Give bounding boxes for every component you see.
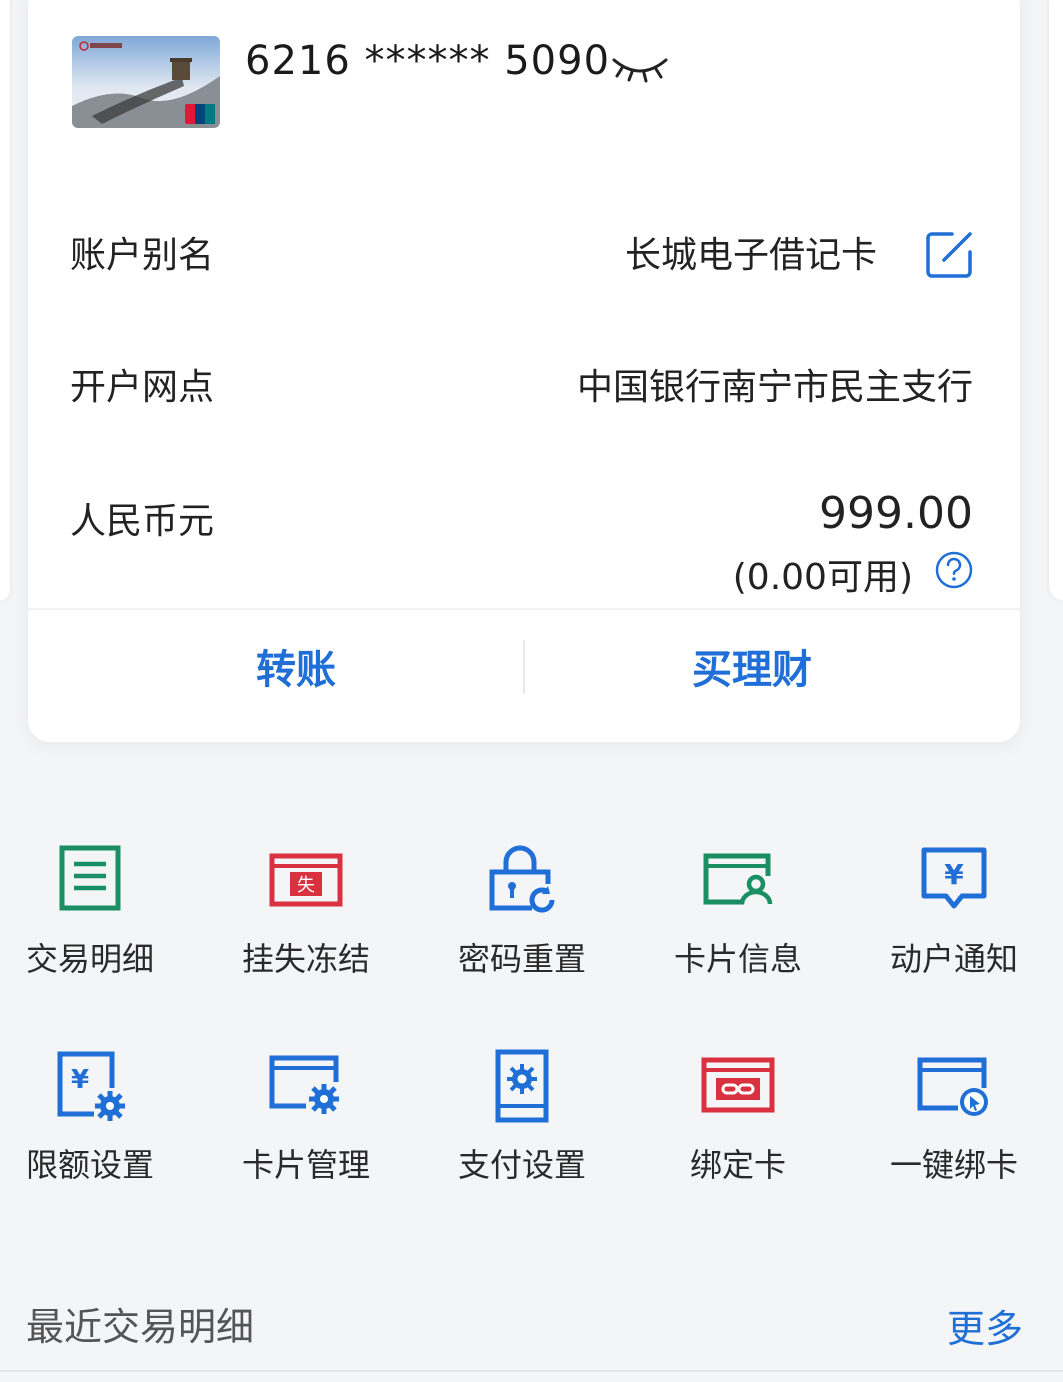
recent-transactions-title: 最近交易明细 — [26, 1305, 255, 1349]
transfer-button[interactable]: 转账 — [66, 640, 526, 700]
service-account-notification[interactable]: ¥ 动户通知 — [864, 842, 1044, 992]
account-detail-page: 6216 ****** 5090 账户别名 长城电子借记卡 开户网点 中国银行南… — [0, 0, 1063, 1382]
document-list-icon — [59, 845, 121, 911]
balance-value: 999.00 — [819, 488, 973, 539]
card-settings-icon — [269, 1055, 339, 1114]
alias-label: 账户别名 — [70, 235, 215, 276]
card-click-icon — [917, 1057, 988, 1116]
svg-text:¥: ¥ — [71, 1065, 89, 1095]
card-divider — [28, 608, 1020, 610]
branch-value: 中国银行南宁市民主支行 — [576, 367, 973, 408]
section-divider — [0, 1370, 1063, 1372]
phone-settings-icon — [495, 1049, 549, 1123]
available-balance: (0.00可用) — [732, 557, 913, 598]
question-circle-icon — [935, 551, 973, 589]
help-button[interactable] — [934, 550, 974, 590]
service-bind-card[interactable]: 绑定卡 — [648, 1048, 828, 1198]
eye-closed-icon — [612, 58, 668, 83]
branch-label: 开户网点 — [70, 367, 215, 408]
card-user-icon — [703, 853, 773, 905]
service-payment-settings[interactable]: 支付设置 — [432, 1048, 612, 1198]
service-one-click-bind[interactable]: 一键绑卡 — [864, 1048, 1044, 1198]
prev-card-peek[interactable] — [0, 0, 10, 600]
alias-value: 长城电子借记卡 — [624, 235, 877, 276]
service-label: 挂失冻结 — [241, 940, 370, 978]
service-label: 卡片管理 — [241, 1146, 370, 1184]
service-card-management[interactable]: 卡片管理 — [216, 1048, 396, 1198]
report-loss-icon: 失 — [269, 853, 343, 907]
service-limit-settings[interactable]: ¥ 限额设置 — [0, 1048, 180, 1198]
service-label: 绑定卡 — [689, 1146, 786, 1184]
service-transaction-details[interactable]: 交易明细 — [0, 842, 180, 992]
more-link[interactable]: 更多 — [947, 1298, 1023, 1353]
card-number: 6216 ****** 5090 — [245, 38, 611, 84]
card-link-icon — [701, 1057, 775, 1113]
yuan-settings-icon: ¥ — [57, 1051, 125, 1121]
service-label: 动户通知 — [889, 940, 1018, 978]
edit-icon — [926, 232, 972, 278]
service-label: 支付设置 — [457, 1146, 586, 1184]
next-card-peek[interactable] — [1049, 0, 1063, 600]
bank-card-image — [72, 36, 220, 128]
lock-reset-icon — [489, 845, 555, 913]
service-password-reset[interactable]: 密码重置 — [432, 842, 612, 992]
toggle-visibility-button[interactable] — [608, 48, 672, 88]
svg-text:¥: ¥ — [944, 858, 964, 891]
yuan-message-icon: ¥ — [921, 847, 987, 909]
service-label: 一键绑卡 — [889, 1146, 1018, 1184]
svg-text:失: 失 — [297, 875, 315, 896]
service-label: 交易明细 — [25, 940, 154, 978]
service-report-loss[interactable]: 失 挂失冻结 — [216, 842, 396, 992]
currency-label: 人民币元 — [70, 501, 215, 542]
service-card-info[interactable]: 卡片信息 — [648, 842, 828, 992]
service-label: 卡片信息 — [673, 940, 802, 978]
buy-wealth-button[interactable]: 买理财 — [522, 640, 982, 700]
service-label: 密码重置 — [457, 940, 586, 978]
service-label: 限额设置 — [25, 1146, 154, 1184]
edit-alias-button[interactable] — [924, 228, 976, 280]
